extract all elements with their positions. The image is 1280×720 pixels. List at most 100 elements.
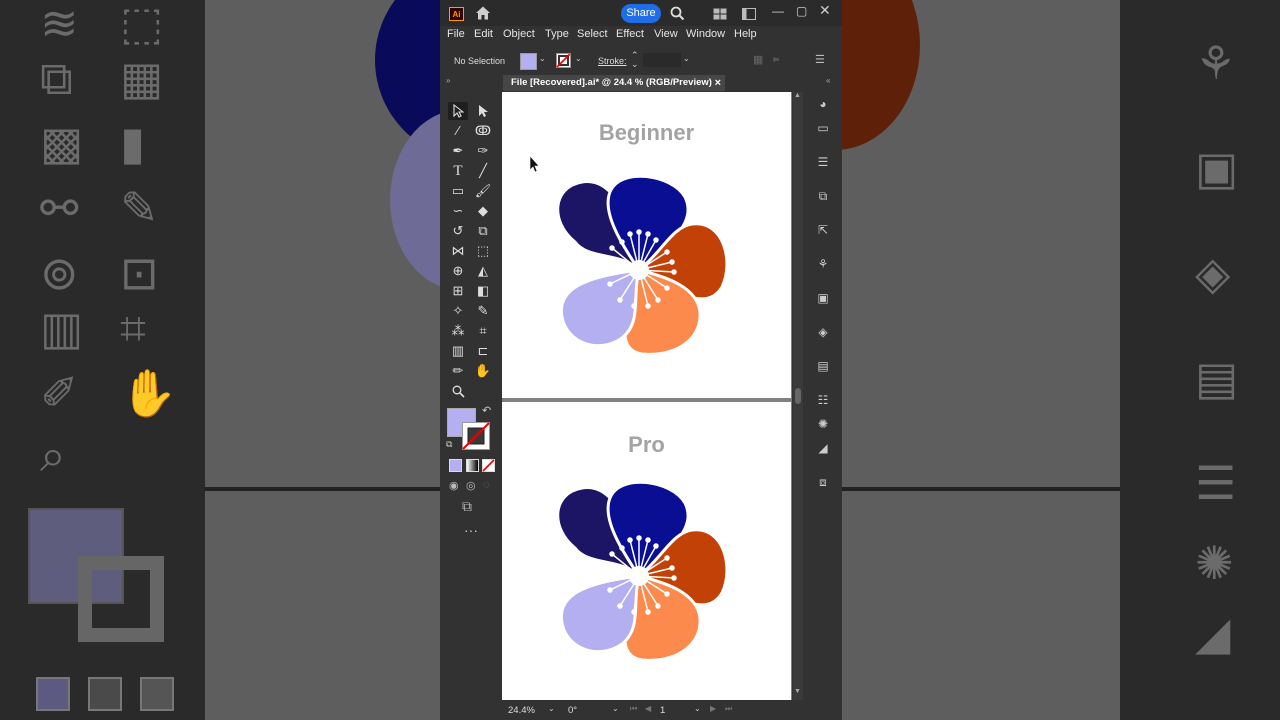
menu-object[interactable]: Object [503, 28, 535, 40]
gradient-mode-button[interactable] [466, 459, 479, 472]
rotation-value[interactable]: 0° [568, 705, 577, 716]
zoom-tool-icon[interactable] [448, 382, 468, 400]
stroke-weight-dropdown-icon[interactable]: ⌄ [683, 54, 690, 63]
export-panel-icon[interactable]: ⇱ [814, 222, 832, 238]
graph-tool-icon[interactable]: ▥ [448, 342, 468, 360]
transparency-panel-icon[interactable]: ◢ [814, 440, 832, 456]
type-tool-icon[interactable]: T [448, 162, 468, 180]
scrollbar-thumb[interactable] [795, 388, 801, 404]
flower-pro[interactable] [502, 402, 792, 700]
paintbrush-tool-icon[interactable]: 🖌 [473, 182, 493, 200]
symbol-sprayer-tool-icon[interactable]: ⁂ [448, 322, 468, 340]
direct-selection-tool-icon[interactable] [473, 102, 493, 120]
close-window-icon[interactable]: ✕ [819, 2, 831, 19]
stroke-weight-input[interactable] [643, 53, 681, 67]
transform-panel-icon[interactable]: ⧉ [814, 188, 832, 204]
pathfinder-panel-icon[interactable]: ⧈ [814, 474, 832, 490]
stroke-weight-stepper[interactable]: ⌃ ⌄ [631, 51, 639, 69]
selection-tool-icon[interactable] [448, 102, 468, 120]
artboard-pro[interactable]: Pro [502, 402, 791, 700]
draw-normal-icon[interactable]: ◉ [449, 479, 459, 492]
minimize-icon[interactable]: — [772, 4, 784, 18]
flower-beginner[interactable] [502, 92, 792, 398]
canvas-area[interactable]: Beginner Pro [502, 92, 792, 700]
free-transform-tool-icon[interactable]: ⬚ [473, 242, 493, 260]
document-tab[interactable]: File [Recovered].ai* @ 24.4 % (RGB/Previ… [503, 75, 725, 91]
home-icon[interactable] [475, 5, 491, 21]
last-artboard-icon[interactable]: ⏭ [725, 704, 732, 714]
workspace-switcher-icon[interactable] [742, 8, 756, 20]
scale-tool-icon[interactable]: ⧉ [473, 222, 493, 240]
menu-edit[interactable]: Edit [474, 28, 493, 40]
arrange-documents-icon[interactable] [713, 8, 727, 20]
blend-tool-icon[interactable]: ✧ [448, 302, 468, 320]
distribute-icon[interactable]: ⫢ [773, 53, 779, 66]
width-tool-icon[interactable]: ⋈ [448, 242, 468, 260]
fill-color-swatch[interactable] [520, 53, 537, 70]
stroke-label[interactable]: Stroke: [598, 56, 627, 66]
default-fill-stroke-icon[interactable]: ⧉ [446, 439, 452, 450]
shaper-tool-icon[interactable]: ∽ [448, 202, 468, 220]
gradient-panel-icon[interactable]: ▭ [814, 120, 832, 136]
pencil-tool-icon[interactable]: ✏ [448, 362, 468, 380]
fill-dropdown-icon[interactable]: ⌄ [539, 54, 546, 63]
libraries-panel-icon[interactable]: ▣ [814, 290, 832, 306]
next-artboard-icon[interactable]: ▶ [710, 704, 716, 713]
stroke-swatch-large[interactable] [462, 422, 490, 450]
swap-fill-stroke-icon[interactable]: ↶ [482, 404, 491, 417]
image-trace-panel-icon[interactable]: ▤ [814, 358, 832, 374]
artboard-beginner[interactable]: Beginner [502, 92, 791, 398]
share-button[interactable]: Share [621, 4, 661, 23]
swatches-panel-icon[interactable]: ✺ [814, 416, 832, 432]
eyedropper-tool-icon[interactable]: ✎ [473, 302, 493, 320]
hand-tool-icon[interactable]: ✋ [473, 362, 493, 380]
curvature-tool-icon[interactable]: ✑ [473, 142, 493, 160]
stroke-dropdown-icon[interactable]: ⌄ [575, 54, 582, 63]
brushes-panel-icon[interactable]: ⚘ [814, 256, 832, 272]
rotation-dropdown-icon[interactable]: ⌄ [612, 704, 619, 713]
draw-inside-icon[interactable]: ◌ [483, 479, 490, 491]
zoom-level[interactable]: 24.4% [508, 705, 535, 716]
eraser-tool-icon[interactable]: ◆ [473, 202, 493, 220]
screen-mode-icon[interactable]: ⧉ [462, 498, 472, 515]
menu-window[interactable]: Window [686, 28, 725, 40]
maximize-icon[interactable]: ▢ [796, 4, 807, 18]
properties-icon[interactable]: ☷ [814, 392, 832, 408]
menu-effect[interactable]: Effect [616, 28, 644, 40]
stroke-color-swatch[interactable] [556, 53, 571, 68]
rectangle-tool-icon[interactable]: ▭ [448, 182, 468, 200]
first-artboard-icon[interactable]: ⏮ [630, 704, 637, 714]
menu-view[interactable]: View [654, 28, 678, 40]
layers-icon[interactable]: ◈ [814, 324, 832, 340]
gradient-tool-icon[interactable]: ◧ [473, 282, 493, 300]
draw-behind-icon[interactable]: ◎ [466, 479, 476, 492]
lasso-tool-icon[interactable]: ↂ [473, 122, 493, 140]
toolbar-collapse-icon[interactable]: » [446, 76, 500, 90]
shape-builder-tool-icon[interactable]: ⊕ [448, 262, 468, 280]
none-mode-button[interactable] [482, 459, 495, 472]
panel-collapse-icon[interactable]: « [826, 76, 830, 85]
menu-file[interactable]: File [447, 28, 465, 40]
pen-tool-icon[interactable]: ✒ [448, 142, 468, 160]
zoom-dropdown-icon[interactable]: ⌄ [548, 704, 555, 713]
menu-help[interactable]: Help [734, 28, 757, 40]
artboard-number[interactable]: 1 [660, 705, 665, 716]
magic-wand-tool-icon[interactable]: ⁄ [448, 122, 468, 140]
rotate-tool-icon[interactable]: ↺ [448, 222, 468, 240]
close-tab-icon[interactable]: × [715, 75, 721, 91]
color-panel-icon[interactable]: ◕ [814, 96, 832, 112]
edit-toolbar-icon[interactable]: ··· [464, 522, 478, 538]
artboard-dropdown-icon[interactable]: ⌄ [694, 704, 701, 713]
color-mode-button[interactable] [449, 459, 462, 472]
stroke-panel-icon[interactable]: ☰ [814, 154, 832, 170]
line-tool-icon[interactable]: ╱ [473, 162, 493, 180]
vertical-scrollbar[interactable]: ▲ ▼ [793, 92, 803, 700]
search-icon[interactable] [670, 6, 685, 21]
scroll-down-icon[interactable]: ▼ [794, 688, 801, 695]
previous-artboard-icon[interactable]: ◀ [645, 704, 651, 713]
align-icon[interactable]: ▦ [753, 53, 763, 66]
slice-tool-icon[interactable]: ⌗ [473, 322, 493, 340]
menu-select[interactable]: Select [577, 28, 608, 40]
mesh-tool-icon[interactable]: ⊞ [448, 282, 468, 300]
menu-type[interactable]: Type [545, 28, 569, 40]
